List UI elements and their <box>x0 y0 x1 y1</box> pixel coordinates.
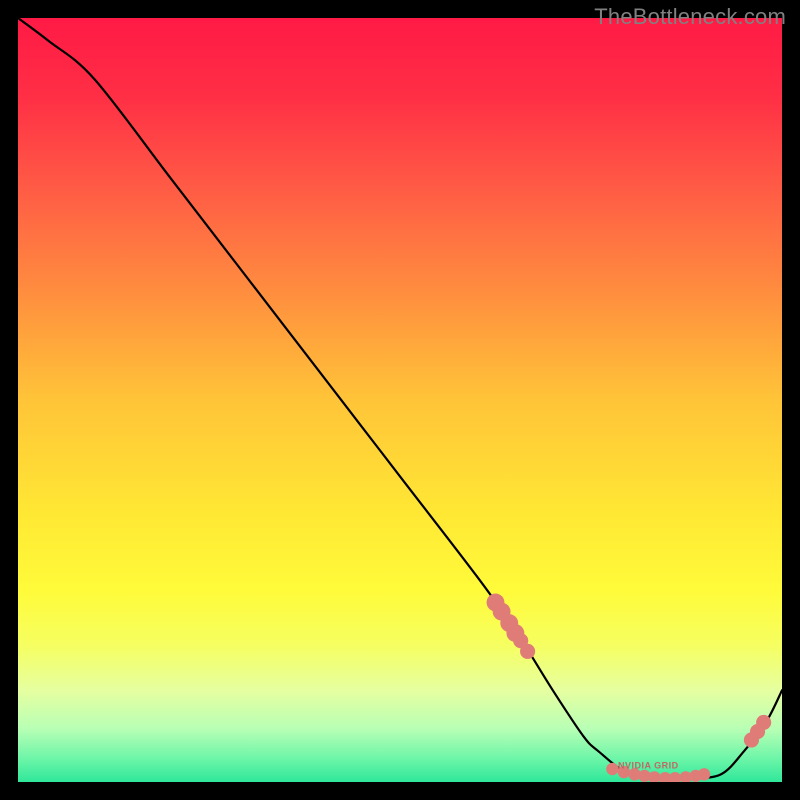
watermark-text: TheBottleneck.com <box>594 4 786 30</box>
data-marker <box>606 763 618 775</box>
data-marker <box>520 644 535 659</box>
gradient-background <box>18 18 782 782</box>
data-marker <box>698 768 710 780</box>
marker-label: NVIDIA GRID <box>618 760 679 770</box>
data-marker <box>756 715 771 730</box>
chart-stage: TheBottleneck.com NVIDIA GRID <box>0 0 800 800</box>
plot-area: NVIDIA GRID <box>18 18 782 782</box>
chart-svg: NVIDIA GRID <box>18 18 782 782</box>
